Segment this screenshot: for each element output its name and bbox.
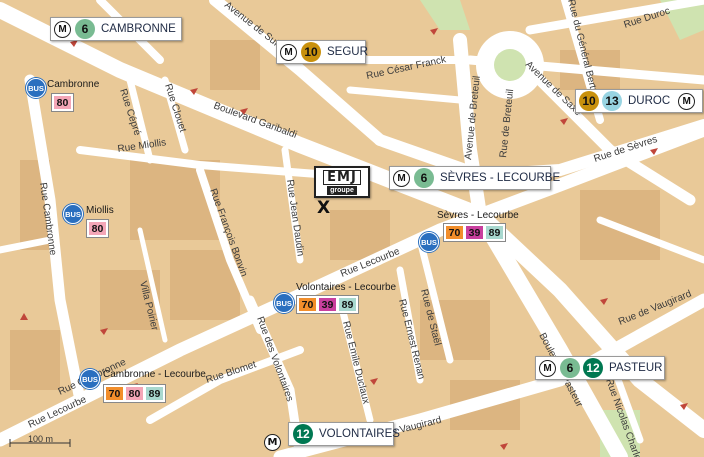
metro-station-duroc[interactable]: 10 13 DUROC M xyxy=(575,89,703,113)
metro-line-badge: 6 xyxy=(75,19,95,39)
metro-station-sevres-lecourbe[interactable]: M 6 SÈVRES - LECOURBE xyxy=(389,166,560,190)
metro-icon: M xyxy=(393,169,410,187)
bus-route-badge: 39 xyxy=(319,298,336,311)
metro-icon: M xyxy=(539,359,556,377)
bus-icon: BUS xyxy=(26,78,46,98)
metro-line-badge: 10 xyxy=(301,42,321,62)
station-name: SÈVRES - LECOURBE xyxy=(440,172,561,184)
map[interactable]: Avenue de Suffren Rue César Franck Boule… xyxy=(0,0,704,457)
metro-icon: M xyxy=(264,434,281,451)
bus-icon: BUS xyxy=(274,293,294,313)
metro-line-badge: 12 xyxy=(583,358,603,378)
logo-mark: EMJ xyxy=(323,169,361,185)
bus-icon: BUS xyxy=(419,232,439,252)
metro-station-volontaires[interactable]: 12 VOLONTAIRES xyxy=(288,422,400,446)
metro-station-pasteur[interactable]: M 6 12 PASTEUR xyxy=(535,356,665,380)
bus-route-badge: 89 xyxy=(339,298,356,311)
company-logo: EMJ groupe xyxy=(314,166,370,198)
metro-station-segur[interactable]: M 10 SEGUR xyxy=(276,40,368,64)
metro-icon: M xyxy=(678,92,696,110)
bus-stop-name: Miollis xyxy=(86,205,114,216)
bus-stop-name: Volontaires - Lecourbe xyxy=(296,282,397,293)
bus-icon: BUS xyxy=(63,204,83,224)
station-name: VOLONTAIRES xyxy=(319,428,400,440)
metro-station-cambronne[interactable]: M 6 CAMBRONNE xyxy=(50,17,182,41)
bus-stop-sevres-lecourbe[interactable]: 70 39 89 xyxy=(443,223,506,242)
metro-line-badge: 6 xyxy=(414,168,434,188)
scale-label: 100 m xyxy=(28,434,54,444)
bus-route-badge: 70 xyxy=(106,387,123,400)
bus-route-badge: 89 xyxy=(486,226,503,239)
station-name: DUROC xyxy=(628,95,671,107)
metro-line-badge: 10 xyxy=(579,91,599,111)
bus-route-badge: 80 xyxy=(89,222,106,235)
station-name: SEGUR xyxy=(327,46,368,58)
station-name: PASTEUR xyxy=(609,362,663,374)
bus-stop-name: Cambronne xyxy=(47,79,100,90)
bus-route-badge: 89 xyxy=(146,387,163,400)
bus-stop-name: Sèvres - Lecourbe xyxy=(437,210,519,221)
bus-stop-name: Cambronne - Lecourbe xyxy=(103,369,206,380)
metro-icon: M xyxy=(54,20,71,38)
metro-line-badge: 13 xyxy=(602,91,622,111)
bus-route-badge: 39 xyxy=(466,226,483,239)
station-name: CAMBRONNE xyxy=(101,23,176,35)
location-marker[interactable]: X xyxy=(317,198,330,218)
bus-stop-cambronne[interactable]: 80 xyxy=(51,93,74,112)
metro-icon: M xyxy=(280,43,297,61)
bus-stop-volontaires-lecourbe[interactable]: 70 39 89 xyxy=(296,295,359,314)
bus-stop-cambronne-lecourbe[interactable]: 70 80 89 xyxy=(103,384,166,403)
bus-stop-miollis[interactable]: 80 xyxy=(86,219,109,238)
bus-route-badge: 80 xyxy=(54,96,71,109)
logo-subtitle: groupe xyxy=(327,185,357,195)
metro-line-badge: 6 xyxy=(560,358,580,378)
bus-icon: BUS xyxy=(80,369,100,389)
bus-route-badge: 80 xyxy=(126,387,143,400)
bus-route-badge: 70 xyxy=(299,298,316,311)
metro-line-badge: 12 xyxy=(293,424,313,444)
bus-route-badge: 70 xyxy=(446,226,463,239)
